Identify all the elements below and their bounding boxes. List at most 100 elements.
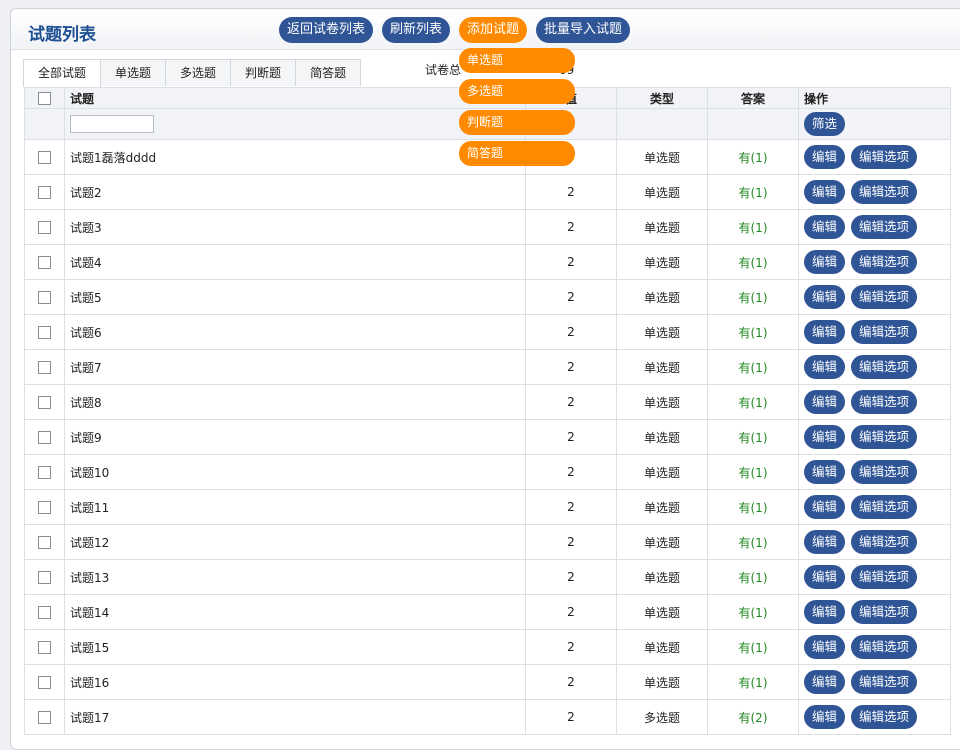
row-checkbox[interactable] <box>38 326 51 339</box>
edit-options-button[interactable]: 编辑选项 <box>851 215 918 239</box>
row-checkbox[interactable] <box>38 291 51 304</box>
edit-button[interactable]: 编辑 <box>804 320 846 344</box>
row-checkbox[interactable] <box>38 711 51 724</box>
edit-options-button[interactable]: 编辑选项 <box>851 635 918 659</box>
edit-options-button[interactable]: 编辑选项 <box>851 495 918 519</box>
row-checkbox[interactable] <box>38 186 51 199</box>
add-menu-item[interactable]: 判断题 <box>459 110 575 135</box>
edit-button[interactable]: 编辑 <box>804 355 846 379</box>
tab-1[interactable]: 单选题 <box>100 59 167 86</box>
question-answer-cell: 有(1) <box>707 664 799 700</box>
tab-3[interactable]: 判断题 <box>230 59 297 86</box>
row-actions: 编辑 编辑选项 <box>798 664 951 700</box>
question-score: 2 <box>525 174 617 210</box>
table-row: 试题3 2 单选题 有(1) 编辑 编辑选项 <box>24 209 951 245</box>
edit-options-button[interactable]: 编辑选项 <box>851 180 918 204</box>
question-answer: 有(1) <box>738 325 768 340</box>
header-ops: 操作 <box>798 87 951 109</box>
refresh-list-button[interactable]: 刷新列表 <box>382 17 451 43</box>
question-answer-cell: 有(1) <box>707 349 799 385</box>
question-score: 2 <box>525 699 617 735</box>
edit-options-button[interactable]: 编辑选项 <box>851 390 918 414</box>
edit-button[interactable]: 编辑 <box>804 565 846 589</box>
row-actions: 编辑 编辑选项 <box>798 419 951 455</box>
select-all-checkbox[interactable] <box>38 92 51 105</box>
edit-button[interactable]: 编辑 <box>804 530 846 554</box>
edit-options-button[interactable]: 编辑选项 <box>851 425 918 449</box>
edit-options-button[interactable]: 编辑选项 <box>851 145 918 169</box>
batch-import-button[interactable]: 批量导入试题 <box>536 17 631 43</box>
question-answer: 有(1) <box>738 570 768 585</box>
header-answer: 答案 <box>707 87 799 109</box>
filter-button[interactable]: 筛选 <box>804 112 846 136</box>
edit-button[interactable]: 编辑 <box>804 670 846 694</box>
row-check-cell <box>24 629 65 665</box>
edit-button[interactable]: 编辑 <box>804 495 846 519</box>
row-checkbox[interactable] <box>38 221 51 234</box>
edit-options-button[interactable]: 编辑选项 <box>851 565 918 589</box>
edit-button[interactable]: 编辑 <box>804 145 846 169</box>
edit-button[interactable]: 编辑 <box>804 250 846 274</box>
paper-total-label: 试卷总 <box>425 63 462 77</box>
row-checkbox[interactable] <box>38 396 51 409</box>
question-score: 2 <box>525 349 617 385</box>
edit-button[interactable]: 编辑 <box>804 390 846 414</box>
question-title: 试题4 <box>64 244 526 280</box>
row-checkbox[interactable] <box>38 536 51 549</box>
question-score: 2 <box>525 209 617 245</box>
edit-button[interactable]: 编辑 <box>804 460 846 484</box>
question-type: 单选题 <box>616 559 708 595</box>
row-checkbox[interactable] <box>38 501 51 514</box>
question-answer-cell: 有(1) <box>707 629 799 665</box>
question-score: 2 <box>525 629 617 665</box>
tab-0[interactable]: 全部试题 <box>23 59 102 87</box>
add-menu-item[interactable]: 多选题 <box>459 79 575 104</box>
row-checkbox[interactable] <box>38 466 51 479</box>
edit-button[interactable]: 编辑 <box>804 705 846 729</box>
row-actions: 编辑 编辑选项 <box>798 314 951 350</box>
edit-options-button[interactable]: 编辑选项 <box>851 250 918 274</box>
edit-options-button[interactable]: 编辑选项 <box>851 320 918 344</box>
edit-button[interactable]: 编辑 <box>804 215 846 239</box>
question-type: 单选题 <box>616 244 708 280</box>
row-actions: 编辑 编辑选项 <box>798 279 951 315</box>
edit-button[interactable]: 编辑 <box>804 180 846 204</box>
tab-4[interactable]: 简答题 <box>295 59 362 86</box>
row-checkbox[interactable] <box>38 431 51 444</box>
row-check-cell <box>24 489 65 525</box>
question-title: 试题10 <box>64 454 526 490</box>
header-type: 类型 <box>616 87 708 109</box>
back-to-paper-list-button[interactable]: 返回试卷列表 <box>279 17 374 43</box>
row-checkbox[interactable] <box>38 606 51 619</box>
row-checkbox[interactable] <box>38 571 51 584</box>
edit-options-button[interactable]: 编辑选项 <box>851 285 918 309</box>
tab-2[interactable]: 多选题 <box>165 59 232 86</box>
row-checkbox[interactable] <box>38 676 51 689</box>
row-check-cell <box>24 139 65 175</box>
row-checkbox[interactable] <box>38 151 51 164</box>
add-menu-item[interactable]: 简答题 <box>459 141 575 166</box>
edit-button[interactable]: 编辑 <box>804 600 846 624</box>
edit-options-button[interactable]: 编辑选项 <box>851 355 918 379</box>
edit-options-button[interactable]: 编辑选项 <box>851 600 918 624</box>
row-check-cell <box>24 279 65 315</box>
row-actions: 编辑 编辑选项 <box>798 594 951 630</box>
edit-button[interactable]: 编辑 <box>804 425 846 449</box>
filter-empty-cell <box>24 108 65 140</box>
edit-options-button[interactable]: 编辑选项 <box>851 460 918 484</box>
row-actions: 编辑 编辑选项 <box>798 209 951 245</box>
question-type-tabs: 全部试题 单选题 多选题 判断题 简答题 <box>23 59 362 87</box>
title-filter-input[interactable] <box>70 115 154 133</box>
edit-options-button[interactable]: 编辑选项 <box>851 670 918 694</box>
row-checkbox[interactable] <box>38 641 51 654</box>
edit-options-button[interactable]: 编辑选项 <box>851 705 918 729</box>
edit-button[interactable]: 编辑 <box>804 285 846 309</box>
question-type: 单选题 <box>616 174 708 210</box>
edit-button[interactable]: 编辑 <box>804 635 846 659</box>
question-title: 试题3 <box>64 209 526 245</box>
row-checkbox[interactable] <box>38 256 51 269</box>
add-menu-item[interactable]: 单选题 <box>459 48 575 73</box>
add-question-button[interactable]: 添加试题 <box>459 17 528 43</box>
edit-options-button[interactable]: 编辑选项 <box>851 530 918 554</box>
row-checkbox[interactable] <box>38 361 51 374</box>
